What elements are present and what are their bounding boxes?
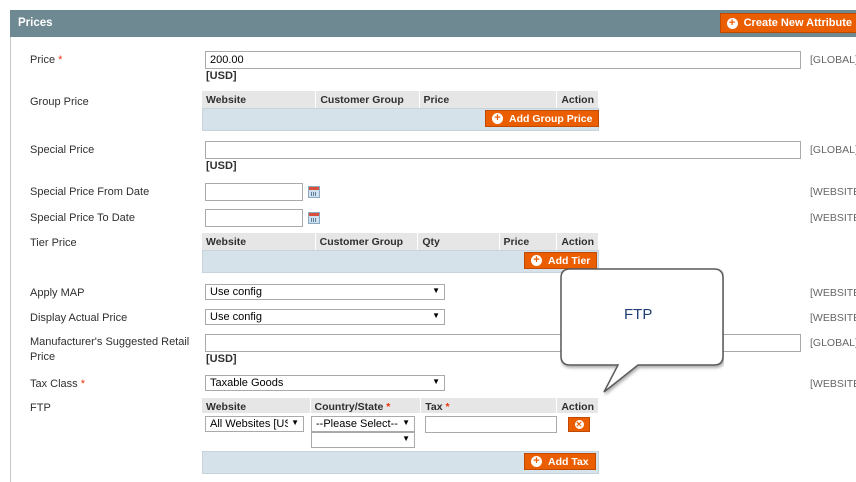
add-tier-label: Add Tier [548, 254, 591, 267]
callout-bubble [560, 268, 724, 393]
col-price: Price [499, 233, 558, 250]
special-price-scope: [GLOBAL] [810, 144, 856, 156]
chevron-down-icon: ▼ [432, 311, 440, 320]
price-currency: [USD] [206, 70, 237, 82]
apply-map-scope: [WEBSITE] [810, 287, 856, 299]
add-group-price-label: Add Group Price [509, 112, 593, 125]
msrp-label-line2: Price [30, 351, 56, 363]
display-actual-price-value: Use config [210, 311, 262, 323]
tax-class-select[interactable]: Taxable Goods ▼ [205, 375, 445, 391]
ftp-label: FTP [30, 402, 51, 414]
chevron-down-icon: ▼ [432, 286, 440, 295]
plus-circle-icon: + [531, 456, 542, 467]
ftp-tax-input[interactable] [425, 416, 557, 433]
msrp-label: Manufacturer's Suggested Retail Price [30, 335, 189, 365]
group-price-label: Group Price [30, 96, 89, 108]
special-price-input[interactable] [205, 141, 801, 159]
special-from-scope: [WEBSITE] [810, 186, 856, 198]
required-marker: * [445, 400, 450, 413]
special-to-label: Special Price To Date [30, 212, 135, 224]
display-actual-price-label: Display Actual Price [30, 312, 128, 324]
col-website: Website [202, 91, 317, 108]
ftp-country-value: --Please Select-- [316, 418, 398, 430]
chevron-down-icon: ▼ [402, 434, 410, 443]
required-marker: * [80, 378, 86, 390]
col-action: Action [556, 91, 599, 108]
add-tier-button[interactable]: + Add Tier [524, 252, 598, 269]
col-website: Website [202, 233, 316, 250]
special-to-input[interactable] [205, 209, 303, 227]
price-label: Price * [30, 54, 62, 66]
delete-circle-icon: ✕ [574, 420, 584, 429]
required-marker: * [58, 54, 63, 66]
create-new-attribute-label: Create New Attribute [743, 17, 852, 29]
required-marker: * [386, 400, 391, 413]
plus-circle-icon: + [531, 255, 542, 266]
price-input[interactable]: 200.00 [205, 51, 801, 69]
price-label-text: Price [30, 54, 56, 66]
col-price: Price [419, 91, 558, 108]
display-actual-price-select[interactable]: Use config ▼ [205, 309, 445, 325]
col-customer-group: Customer Group [315, 91, 420, 108]
msrp-label-line1: Manufacturer's Suggested Retail [30, 336, 190, 348]
add-group-price-button[interactable]: + Add Group Price [485, 110, 600, 127]
special-from-input[interactable] [205, 183, 303, 201]
add-tax-button[interactable]: + Add Tax [524, 453, 596, 470]
apply-map-value: Use config [210, 286, 262, 298]
delete-tax-button[interactable]: ✕ [568, 417, 590, 432]
tax-class-label: Tax Class * [30, 378, 85, 390]
calendar-icon[interactable] [308, 186, 320, 198]
ftp-website-value: All Websites [US [210, 418, 288, 430]
special-from-label: Special Price From Date [30, 186, 150, 198]
msrp-scope: [GLOBAL] [810, 337, 856, 349]
ftp-country-select[interactable]: --Please Select-- ▼ [311, 416, 415, 432]
apply-map-select[interactable]: Use config ▼ [205, 284, 445, 300]
msrp-currency: [USD] [206, 353, 237, 365]
price-scope: [GLOBAL] [810, 54, 856, 66]
tax-header: Tax [425, 400, 443, 413]
chevron-down-icon: ▼ [402, 418, 410, 427]
col-customer-group: Customer Group [315, 233, 419, 250]
chevron-down-icon: ▼ [291, 418, 299, 427]
country-state-header: Country/State [314, 400, 384, 413]
plus-circle-icon: + [726, 17, 738, 29]
callout-text: FTP [624, 306, 653, 323]
create-new-attribute-button[interactable]: + Create New Attribute [719, 13, 856, 33]
section-title: Prices [18, 17, 53, 29]
plus-circle-icon: + [492, 113, 503, 124]
prices-section-header: Prices + Create New Attribute [10, 10, 856, 37]
tax-class-scope: [WEBSITE] [810, 378, 856, 390]
apply-map-label: Apply MAP [30, 287, 85, 299]
tier-price-label: Tier Price [30, 237, 77, 249]
ftp-state-select[interactable]: ▼ [311, 432, 415, 448]
tier-price-grid: Website Customer Group Qty Price Action [202, 233, 599, 250]
special-to-scope: [WEBSITE] [810, 212, 856, 224]
col-action: Action [556, 233, 599, 250]
col-qty: Qty [417, 233, 500, 250]
group-price-grid: Website Customer Group Price Action [202, 91, 599, 108]
display-actual-price-scope: [WEBSITE] [810, 312, 856, 324]
tax-class-value: Taxable Goods [210, 377, 284, 389]
special-price-label: Special Price [30, 144, 95, 156]
special-price-currency: [USD] [206, 160, 237, 172]
calendar-icon[interactable] [308, 212, 320, 224]
tax-class-label-text: Tax Class [30, 378, 78, 390]
ftp-website-select[interactable]: All Websites [US ▼ [205, 416, 304, 432]
chevron-down-icon: ▼ [432, 377, 440, 386]
add-tax-label: Add Tax [548, 455, 589, 468]
